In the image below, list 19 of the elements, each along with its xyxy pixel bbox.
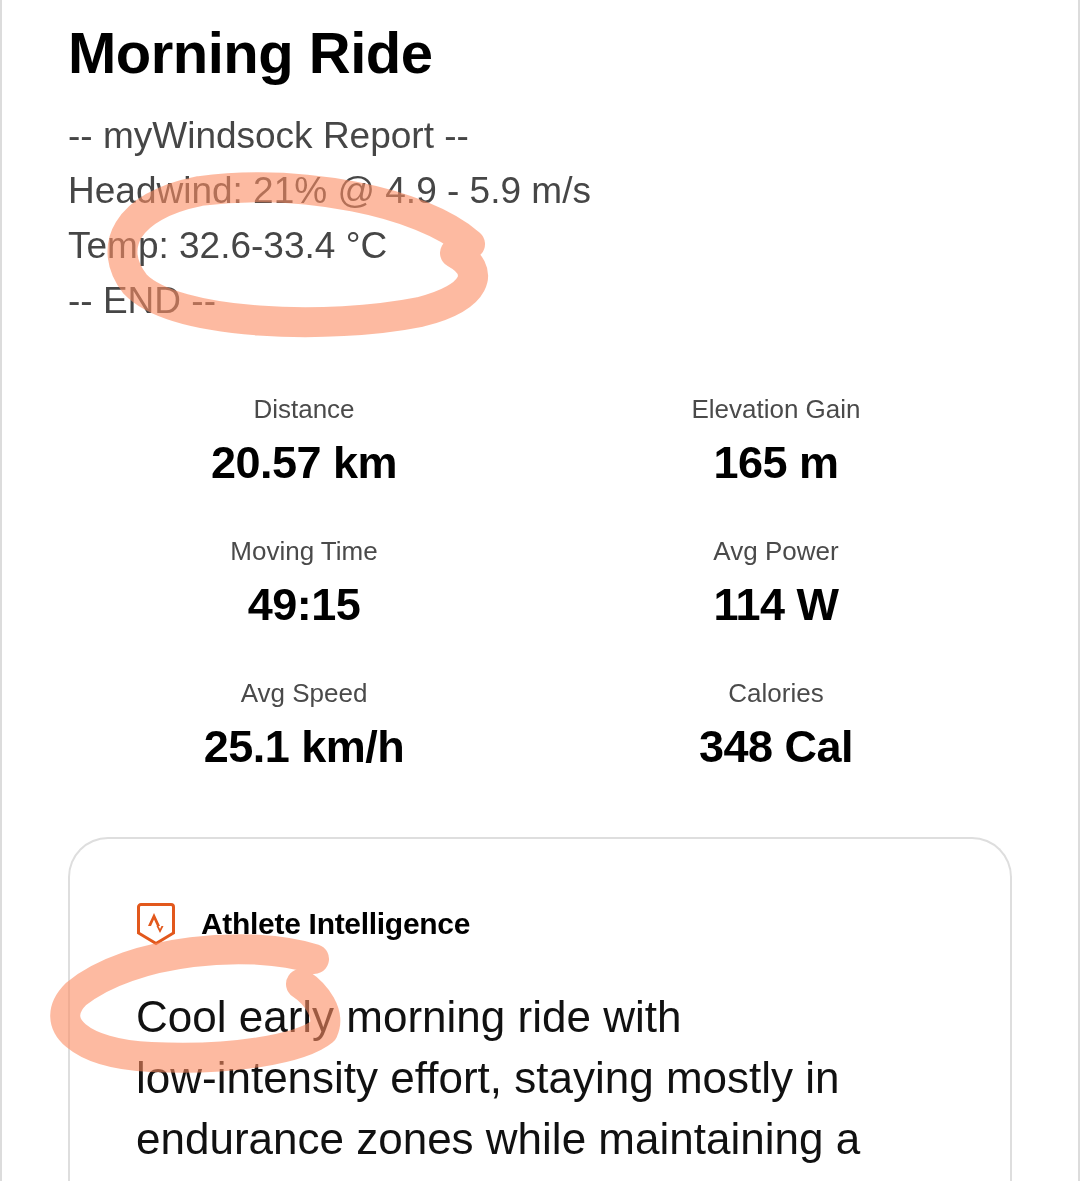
insight-text: Cool early morning ride with low-intensity effort, staying mostly in endurance zones while maintaining a: [136, 991, 862, 1165]
stat-value: 20.57 km: [210, 436, 398, 490]
stat-value: 348 Cal: [698, 720, 854, 774]
activity-title: Morning Ride: [68, 19, 433, 87]
stat-label: Avg Power: [713, 535, 839, 568]
description-line: Headwind: 21% @ 4.9 - 5.9 m/s: [68, 169, 591, 213]
stat-label: Elevation Gain: [691, 393, 861, 426]
stat-label: Avg Speed: [240, 677, 368, 710]
description-line: -- myWindsock Report --: [68, 114, 469, 158]
stat-label: Moving Time: [230, 535, 378, 568]
stat-value: 25.1 km/h: [203, 720, 405, 774]
description-line: Temp: 32.6-33.4 °C: [68, 224, 388, 268]
insight-title: Athlete Intelligence: [201, 906, 471, 942]
stat-value: 114 W: [713, 578, 839, 632]
stat-label: Distance: [253, 393, 355, 426]
stat-value: 49:15: [247, 578, 361, 632]
shield-badge-icon: [136, 902, 176, 946]
stat-label: Calories: [728, 677, 824, 710]
stat-value: 165 m: [713, 436, 839, 490]
